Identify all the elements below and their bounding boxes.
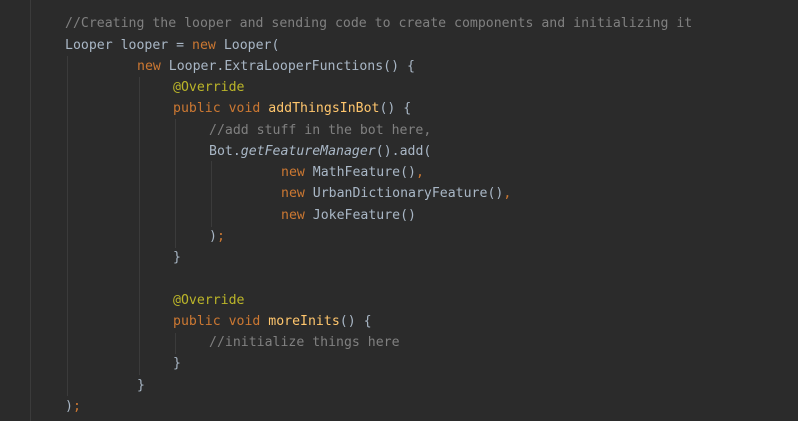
code-text: UrbanDictionaryFeature()	[304, 186, 504, 201]
comment: //add stuff in the bot here,	[209, 123, 432, 138]
punctuation: ;	[216, 229, 225, 244]
code-editor[interactable]: //Creating the looper and sending code t…	[0, 0, 798, 421]
code-text: }	[173, 356, 181, 371]
code-text: )	[209, 229, 217, 244]
punctuation: ,	[415, 165, 424, 180]
indent-guide	[211, 161, 212, 227]
indent-guide	[30, 0, 31, 421]
code-text: )	[65, 399, 73, 414]
code-line[interactable]: new Looper.ExtraLooperFunctions() {	[137, 56, 415, 77]
code-text: Looper(	[215, 38, 280, 53]
indent-guide	[175, 333, 176, 354]
code-line[interactable]: );	[65, 396, 81, 417]
annotation: @Override	[173, 293, 245, 308]
keyword: new	[137, 59, 161, 74]
code-text: Bot.	[209, 144, 241, 159]
code-line[interactable]: @Override	[173, 77, 244, 98]
code-line[interactable]: }	[137, 375, 145, 396]
code-text: }	[173, 250, 181, 265]
indent-guide	[67, 56, 68, 396]
method-name: moreInits	[268, 314, 340, 329]
code-text: () {	[339, 314, 372, 329]
indent-guide	[175, 119, 176, 248]
code-line[interactable]: Looper looper = new Looper(	[65, 35, 279, 56]
code-text: () {	[379, 101, 412, 116]
code-line[interactable]: public void moreInits() {	[173, 311, 372, 332]
code-text: Looper.ExtraLooperFunctions() {	[160, 59, 415, 74]
comment: //Creating the looper and sending code t…	[65, 16, 693, 31]
keyword: public void	[173, 101, 261, 116]
code-line[interactable]: }	[173, 353, 181, 374]
method-name: addThingsInBot	[268, 101, 380, 116]
comment: //initialize things here	[209, 335, 400, 350]
code-line[interactable]: @Override	[173, 290, 244, 311]
code-text: MathFeature()	[304, 165, 416, 180]
keyword: public void	[173, 314, 261, 329]
code-line[interactable]: new MathFeature(),	[281, 162, 424, 183]
code-line[interactable]: //initialize things here	[209, 332, 400, 353]
code-line[interactable]: Bot.getFeatureManager().add(	[209, 141, 431, 162]
keyword: new	[281, 208, 305, 223]
annotation: @Override	[173, 80, 245, 95]
keyword: new	[281, 165, 305, 180]
code-text: ().add(	[375, 144, 432, 159]
indent-guide	[139, 77, 140, 375]
code-text: JokeFeature()	[304, 208, 416, 223]
code-line[interactable]: );	[209, 226, 225, 247]
code-line[interactable]: new JokeFeature()	[281, 205, 416, 226]
code-line[interactable]: public void addThingsInBot() {	[173, 98, 411, 119]
code-line[interactable]: new UrbanDictionaryFeature(),	[281, 183, 511, 204]
code-line[interactable]: }	[173, 247, 181, 268]
code-line[interactable]: //add stuff in the bot here,	[209, 120, 431, 141]
keyword: new	[281, 186, 305, 201]
static-method-name: getFeatureManager	[240, 144, 376, 159]
keyword: new	[192, 38, 216, 53]
code-text: Looper looper =	[65, 38, 193, 53]
code-line[interactable]: //Creating the looper and sending code t…	[65, 13, 692, 34]
punctuation: ,	[503, 186, 512, 201]
code-text: }	[137, 378, 145, 393]
punctuation: ;	[72, 399, 81, 414]
